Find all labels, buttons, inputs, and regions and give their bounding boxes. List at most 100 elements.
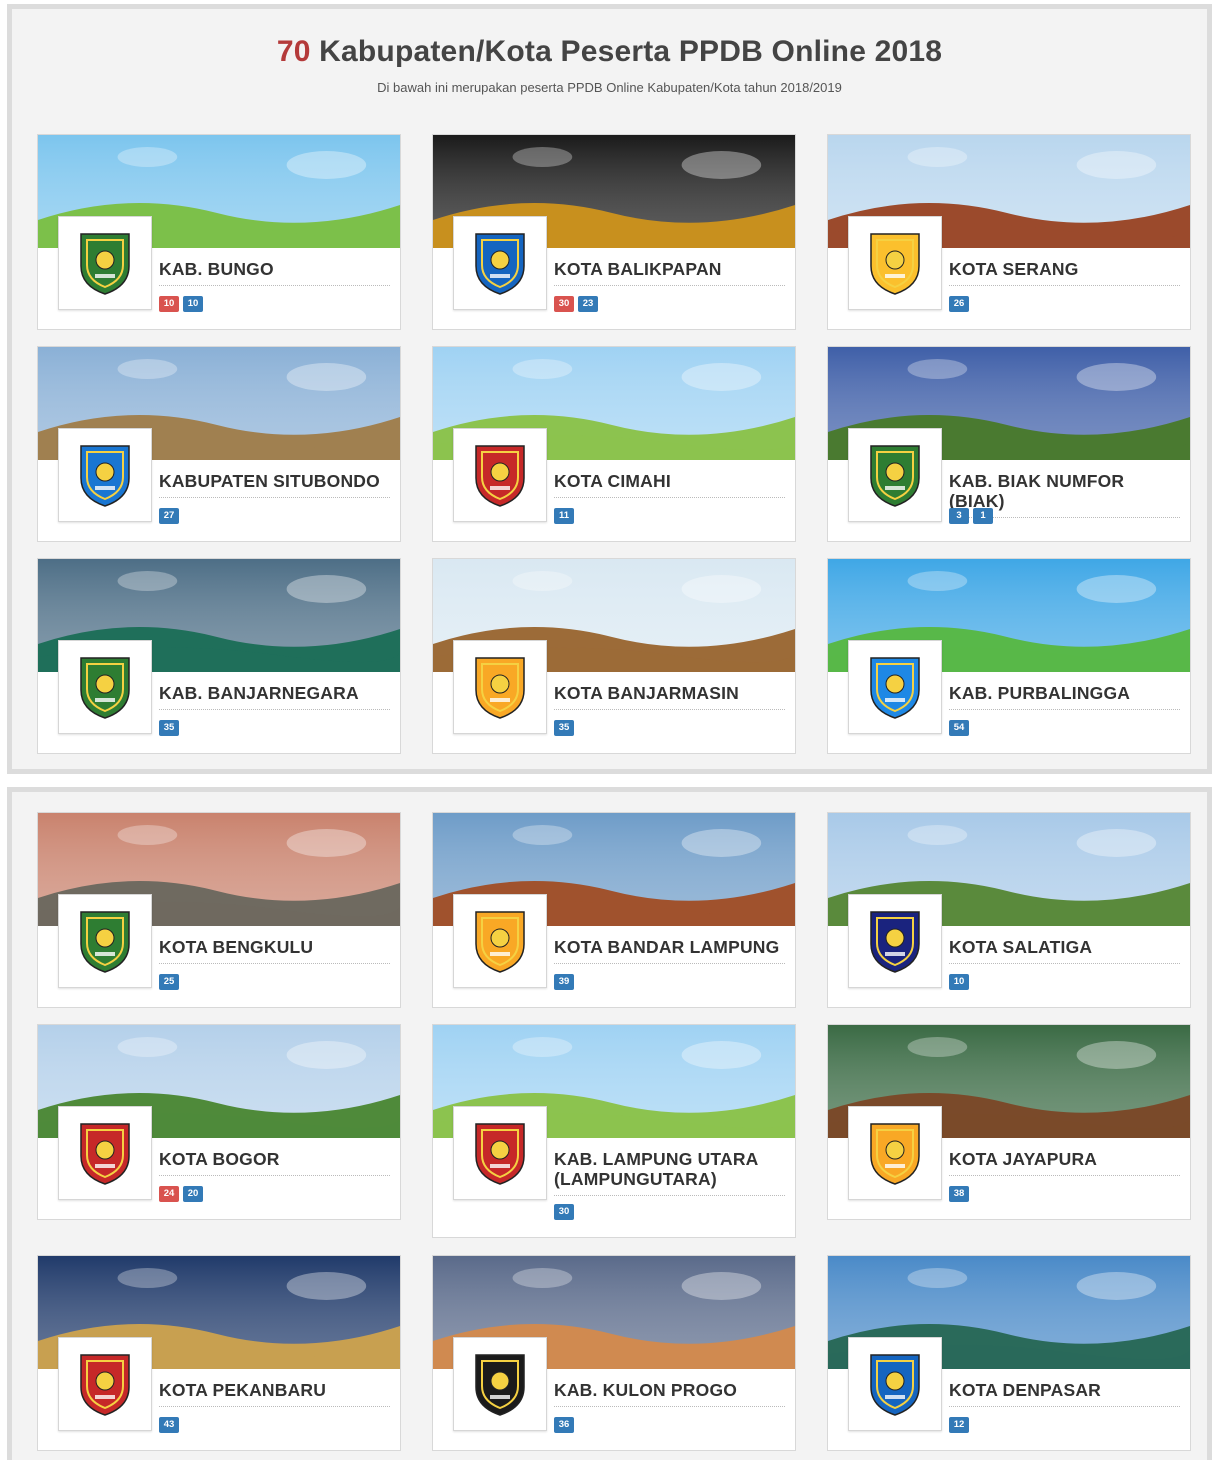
count-badge[interactable]: 10: [183, 296, 203, 312]
count-badge[interactable]: 20: [183, 1186, 203, 1202]
region-name-link[interactable]: KABUPATEN SITUBONDO: [159, 471, 390, 498]
count-badge[interactable]: 11: [554, 508, 574, 524]
count-badges: 39: [554, 974, 574, 990]
count-badges: 12: [949, 1417, 969, 1433]
count-badges: 27: [159, 508, 179, 524]
count-badge[interactable]: 24: [159, 1186, 179, 1202]
shield-icon: [80, 1123, 130, 1185]
shield-icon: [870, 911, 920, 973]
region-emblem: [453, 1337, 547, 1431]
count-badge[interactable]: 36: [554, 1417, 574, 1433]
region-name-link[interactable]: KOTA BOGOR: [159, 1149, 390, 1176]
count-badge[interactable]: 12: [949, 1417, 969, 1433]
region-name-link[interactable]: KOTA BENGKULU: [159, 937, 390, 964]
count-badge[interactable]: 10: [949, 974, 969, 990]
count-badges: 25: [159, 974, 179, 990]
count-badges: 30 23: [554, 296, 598, 312]
region-emblem: [848, 1337, 942, 1431]
count-badge[interactable]: 30: [554, 296, 574, 312]
count-badges: 35: [554, 720, 574, 736]
count-badge[interactable]: 38: [949, 1186, 969, 1202]
title-text: Kabupaten/Kota Peserta PPDB Online 2018: [319, 35, 943, 68]
count-badge[interactable]: 23: [578, 296, 598, 312]
region-emblem: [848, 640, 942, 734]
region-card[interactable]: KABUPATEN SITUBONDO 27: [37, 346, 401, 542]
region-card[interactable]: KAB. BIAK NUMFOR (BIAK) 3 1: [827, 346, 1191, 542]
region-emblem: [58, 428, 152, 522]
count-badge[interactable]: 35: [159, 720, 179, 736]
shield-icon: [475, 657, 525, 719]
region-name-link[interactable]: KAB. KULON PROGO: [554, 1380, 785, 1407]
region-card[interactable]: KOTA BANJARMASIN 35: [432, 558, 796, 754]
participant-count: 70: [276, 35, 311, 68]
count-badges: 26: [949, 296, 969, 312]
shield-icon: [870, 233, 920, 295]
count-badges: 10: [949, 974, 969, 990]
count-badges: 54: [949, 720, 969, 736]
region-card[interactable]: KOTA BENGKULU 25: [37, 812, 401, 1008]
region-card[interactable]: KOTA PEKANBARU 43: [37, 1255, 401, 1451]
region-name-link[interactable]: KOTA CIMAHI: [554, 471, 785, 498]
shield-icon: [475, 1354, 525, 1416]
region-card[interactable]: KOTA BALIKPAPAN 30 23: [432, 134, 796, 330]
region-name-link[interactable]: KOTA BANDAR LAMPUNG: [554, 937, 785, 964]
region-card[interactable]: KOTA SERANG 26: [827, 134, 1191, 330]
count-badge[interactable]: 30: [554, 1204, 574, 1220]
shield-icon: [475, 445, 525, 507]
region-emblem: [848, 428, 942, 522]
region-emblem: [848, 1106, 942, 1200]
shield-icon: [870, 657, 920, 719]
region-emblem: [453, 894, 547, 988]
count-badges: 43: [159, 1417, 179, 1433]
region-emblem: [453, 216, 547, 310]
count-badge[interactable]: 54: [949, 720, 969, 736]
region-name-link[interactable]: KOTA BALIKPAPAN: [554, 259, 785, 286]
count-badge[interactable]: 27: [159, 508, 179, 524]
region-name-link[interactable]: KOTA BANJARMASIN: [554, 683, 785, 710]
region-name-link[interactable]: KOTA SERANG: [949, 259, 1180, 286]
region-name-link[interactable]: KOTA SALATIGA: [949, 937, 1180, 964]
region-card[interactable]: KAB. KULON PROGO 36: [432, 1255, 796, 1451]
shield-icon: [80, 1354, 130, 1416]
count-badge[interactable]: 35: [554, 720, 574, 736]
region-name-link[interactable]: KOTA JAYAPURA: [949, 1149, 1180, 1176]
region-emblem: [848, 894, 942, 988]
count-badges: 38: [949, 1186, 969, 1202]
count-badges: 11: [554, 508, 574, 524]
region-name-link[interactable]: KAB. PURBALINGGA: [949, 683, 1180, 710]
region-card[interactable]: KOTA JAYAPURA 38: [827, 1024, 1191, 1220]
region-card[interactable]: KAB. BANJARNEGARA 35: [37, 558, 401, 754]
region-card[interactable]: KOTA DENPASAR 12: [827, 1255, 1191, 1451]
region-card[interactable]: KOTA BANDAR LAMPUNG 39: [432, 812, 796, 1008]
region-name-link[interactable]: KAB. BUNGO: [159, 259, 390, 286]
region-name-link[interactable]: KAB. LAMPUNG UTARA (LAMPUNGUTARA): [554, 1149, 785, 1196]
region-card[interactable]: KOTA SALATIGA 10: [827, 812, 1191, 1008]
count-badge[interactable]: 39: [554, 974, 574, 990]
count-badges: 36: [554, 1417, 574, 1433]
shield-icon: [80, 657, 130, 719]
count-badge[interactable]: 26: [949, 296, 969, 312]
count-badges: 31: [949, 508, 993, 524]
region-emblem: [453, 640, 547, 734]
region-card[interactable]: KAB. PURBALINGGA 54: [827, 558, 1191, 754]
shield-icon: [870, 445, 920, 507]
count-badge[interactable]: 3: [949, 508, 969, 524]
region-card[interactable]: KOTA CIMAHI 11: [432, 346, 796, 542]
shield-icon: [475, 1123, 525, 1185]
region-name-link[interactable]: KAB. BANJARNEGARA: [159, 683, 390, 710]
region-card[interactable]: KAB. BUNGO 10 10: [37, 134, 401, 330]
region-emblem: [453, 428, 547, 522]
count-badge[interactable]: 10: [159, 296, 179, 312]
count-badge[interactable]: 25: [159, 974, 179, 990]
shield-icon: [80, 445, 130, 507]
shield-icon: [80, 911, 130, 973]
count-badge[interactable]: 43: [159, 1417, 179, 1433]
shield-icon: [870, 1354, 920, 1416]
region-card[interactable]: KAB. LAMPUNG UTARA (LAMPUNGUTARA) 30: [432, 1024, 796, 1238]
shield-icon: [475, 233, 525, 295]
region-name-link[interactable]: KOTA PEKANBARU: [159, 1380, 390, 1407]
region-card[interactable]: KOTA BOGOR 24 20: [37, 1024, 401, 1220]
count-badges: 35: [159, 720, 179, 736]
region-name-link[interactable]: KOTA DENPASAR: [949, 1380, 1180, 1407]
count-badge[interactable]: 1: [973, 508, 993, 524]
